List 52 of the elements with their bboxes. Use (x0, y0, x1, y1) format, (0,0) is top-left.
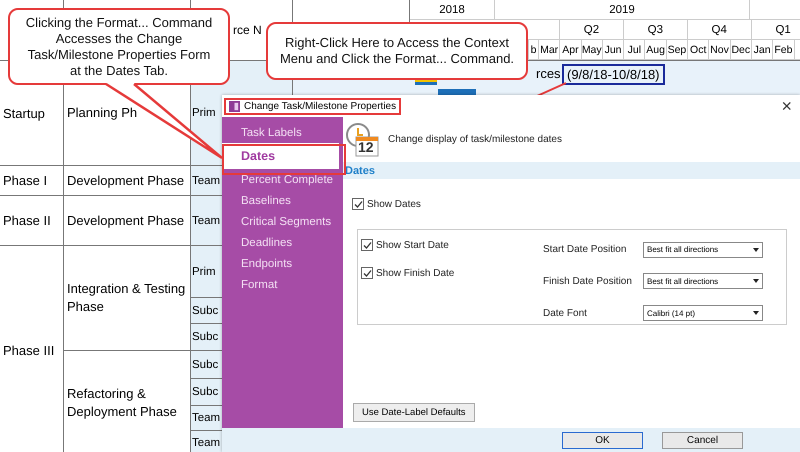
month-header: Sep (666, 40, 688, 59)
table-cell: Phase II (0, 196, 64, 246)
checkbox[interactable] (361, 267, 373, 279)
checkbox-label: Show Finish Date (376, 268, 454, 278)
checkbox-label: Show Start Date (376, 240, 449, 250)
table-cell: Phase III (0, 246, 64, 452)
date-label: (9/8/18-10/8/18) (562, 64, 665, 85)
field-label: Start Date Position (543, 244, 628, 256)
bar-label: rces (536, 66, 561, 81)
clock-calendar-icon (345, 122, 380, 157)
dialog-button[interactable]: Cancel (662, 432, 743, 448)
month-header: Jan (752, 40, 774, 59)
month-header: Apr (560, 40, 582, 59)
checkbox[interactable] (361, 239, 373, 251)
month-header: Jul (624, 40, 646, 59)
dropdown[interactable]: Calibri (14 pt) (643, 305, 763, 322)
month-header: Aug (645, 40, 667, 59)
table-cell: Phase I (0, 166, 64, 196)
section-header: Dates (343, 162, 800, 179)
column-header: rce N (233, 23, 262, 37)
defaults-button[interactable]: Use Date-Label Defaults (353, 403, 474, 422)
dropdown[interactable]: Best fit all directions (643, 273, 763, 290)
close-button[interactable]: × (775, 96, 798, 116)
field-label: Finish Date Position (543, 276, 633, 287)
quarter-header: Q4 (688, 20, 752, 39)
calendar-day: 12 (358, 139, 374, 155)
callout: Right-Click Here to Access the Context Menu and Click the Format... Command. (266, 22, 528, 80)
checkbox-label: Show Dates (367, 198, 421, 210)
app-icon (229, 100, 240, 112)
quarter-header: Q3 (624, 20, 688, 39)
month-header: Feb (773, 40, 795, 59)
month-header: Jun (602, 40, 624, 59)
month-header: Mar (539, 40, 560, 59)
caret-icon (753, 311, 759, 316)
quarter-header: Q2 (560, 20, 624, 39)
month-header: Dec (730, 40, 752, 59)
dialog-button[interactable]: OK (562, 432, 643, 448)
month-header: b (529, 40, 539, 59)
callout: Clicking the Format... Command Accesses the Change Task/Milestone Properties Form at the Dates Tab. (8, 8, 230, 85)
month-header: May (582, 40, 603, 59)
field-label: Date Font (543, 308, 588, 319)
caret-icon (753, 279, 759, 284)
quarter-header: Q1 (752, 20, 800, 39)
year-header: 2019 (495, 0, 750, 19)
year-header: 2018 (410, 0, 495, 19)
checkbox[interactable] (352, 198, 364, 210)
month-header: Nov (709, 40, 731, 59)
sidebar-tab[interactable]: Dates (222, 143, 339, 169)
caret-icon (753, 248, 759, 252)
dropdown[interactable]: Best fit all directions (643, 242, 763, 258)
month-header: Oct (688, 40, 710, 59)
page-heading: Change display of task/milestone dates (388, 134, 562, 145)
